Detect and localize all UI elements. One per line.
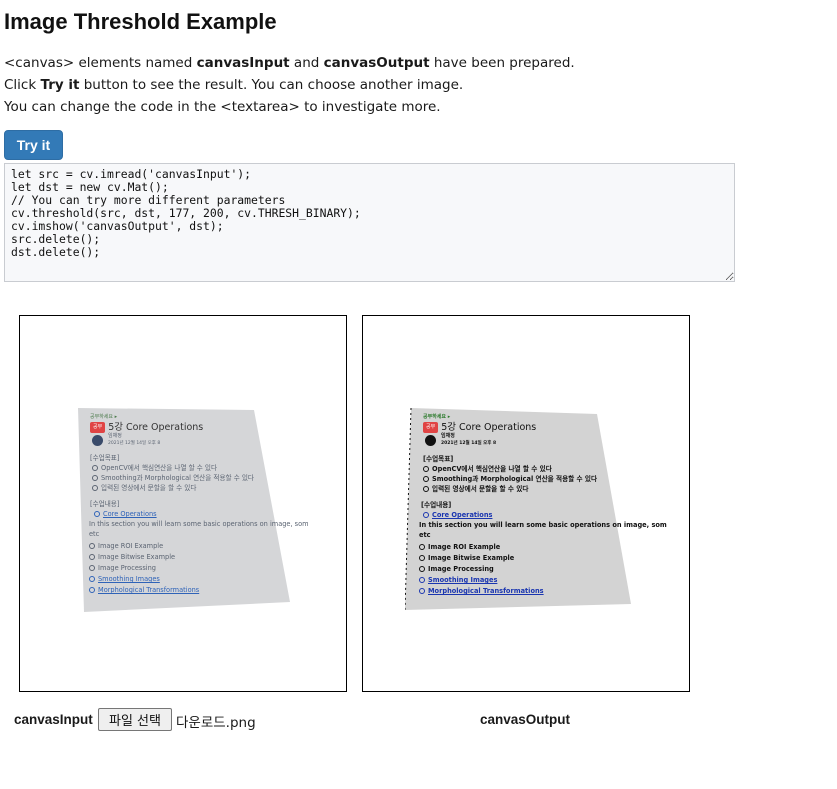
bullet-icon — [423, 512, 429, 518]
doc-date: 2021년 12월 14일 오후 8 — [441, 441, 497, 446]
doc-goal-text: Smoothing과 Morphological 연산을 적용할 수 있다 — [101, 474, 254, 482]
doc-goal-text: 입력된 영상에서 문할을 할 수 있다 — [101, 484, 197, 492]
bullet-icon — [423, 476, 429, 482]
bullet-icon — [92, 465, 98, 471]
bullet-icon — [423, 466, 429, 472]
code-textarea[interactable]: let src = cv.imread('canvasInput'); let … — [4, 163, 735, 282]
doc-item: Smoothing Images — [419, 575, 497, 586]
doc-core-link-text: Core Operations — [432, 511, 493, 519]
doc-sentence: In this section you will learn some basi… — [89, 520, 309, 528]
doc-item: Image ROI Example — [419, 542, 500, 553]
doc-date: 2021년 12월 14일 오후 8 — [108, 441, 161, 446]
doc-badge: 공부 — [423, 422, 439, 433]
file-choose-button[interactable]: 파일 선택 — [98, 708, 172, 731]
doc-item-label: Image Bitwise Example — [98, 553, 176, 561]
bullet-icon — [89, 565, 95, 571]
bullet-icon — [419, 577, 425, 583]
avatar — [425, 435, 436, 446]
doc-item-label: Image Processing — [98, 564, 156, 572]
doc-item: Morphological Transformations — [89, 585, 199, 596]
intro-canvas-output-name: canvasOutput — [323, 55, 430, 71]
intro-text-span: Click — [4, 77, 41, 93]
doc-item: Image Bitwise Example — [419, 553, 514, 564]
doc-item: Morphological Transformations — [419, 586, 544, 597]
doc-item-label: Morphological Transformations — [98, 586, 200, 594]
doc-item-label: Morphological Transformations — [428, 587, 544, 595]
doc-sentence: In this section you will learn some basi… — [419, 521, 667, 529]
doc-title: 5강 Core Operations — [441, 422, 537, 433]
intro-text-span: have been prepared. — [429, 55, 575, 71]
doc-item-label: Smoothing Images — [98, 575, 160, 583]
bullet-icon — [419, 588, 425, 594]
doc-goal-text: 입력된 영상에서 문할을 할 수 있다 — [432, 485, 529, 493]
intro-text-span: <canvas> elements named — [4, 55, 197, 71]
file-name: 다운로드.png — [176, 715, 256, 731]
page-title: Image Threshold Example — [4, 9, 277, 34]
bullet-icon — [92, 485, 98, 491]
bullet-icon — [423, 486, 429, 492]
canvas-output: 공부하세요 ▸ 공부 5강 Core Operations 임채정 2021년 1… — [362, 315, 690, 692]
canvas-input-label: canvasInput — [14, 712, 93, 727]
intro-text: <canvas> elements named canvasInput and … — [4, 52, 575, 118]
doc-goal-text: OpenCV에서 핵심연산을 나열 할 수 있다 — [101, 464, 218, 472]
intro-text-span: button to see the result. You can choose… — [79, 77, 464, 93]
doc-sentence-2: etc — [419, 531, 431, 539]
doc-title-row: 공부 5강 Core Operations — [423, 422, 536, 433]
bullet-icon — [92, 475, 98, 481]
doc-item-label: Image ROI Example — [98, 542, 164, 550]
doc-item: Image Processing — [419, 564, 494, 575]
doc-item: Image ROI Example — [89, 541, 163, 552]
bullet-icon — [419, 555, 425, 561]
doc-item: Image Bitwise Example — [89, 552, 175, 563]
output-document-image: 공부하세요 ▸ 공부 5강 Core Operations 임채정 2021년 1… — [405, 406, 667, 616]
bullet-icon — [419, 544, 425, 550]
bullet-icon — [419, 566, 425, 572]
doc-sentence-2: etc — [89, 530, 100, 538]
doc-item-label: Image Bitwise Example — [428, 554, 515, 562]
doc-item-label: Smoothing Images — [428, 576, 498, 584]
canvas-input: 공부하세요 ▸ 공부 5강 Core Operations 임채정 2021년 1… — [19, 315, 347, 692]
doc-core-link-text: Core Operations — [103, 510, 157, 518]
bullet-icon — [89, 587, 95, 593]
intro-text-span: and — [289, 55, 324, 71]
try-it-button[interactable]: Try it — [4, 130, 63, 160]
doc-item-label: Image Processing — [428, 565, 494, 573]
intro-line-2: Click Try it button to see the result. Y… — [4, 74, 575, 96]
doc-goal-text: Smoothing과 Morphological 연산을 적용할 수 있다 — [432, 475, 598, 483]
bullet-icon — [94, 511, 100, 517]
doc-goal-text: OpenCV에서 핵심연산을 나열 할 수 있다 — [432, 465, 552, 473]
bullet-icon — [89, 576, 95, 582]
doc-goal-3: 입력된 영상에서 문할을 할 수 있다 — [92, 483, 196, 494]
doc-badge: 공부 — [90, 422, 106, 433]
intro-try-it-name: Try it — [40, 77, 80, 93]
doc-item-label: Image ROI Example — [428, 543, 501, 551]
canvas-output-label: canvasOutput — [480, 712, 571, 727]
bullet-icon — [89, 554, 95, 560]
input-document-image: 공부하세요 ▸ 공부 5강 Core Operations 임채정 2021년 1… — [76, 406, 309, 616]
doc-item: Smoothing Images — [89, 574, 160, 585]
doc-title-row: 공부 5강 Core Operations — [90, 422, 203, 433]
intro-canvas-input-name: canvasInput — [196, 55, 290, 71]
doc-goal-3: 입력된 영상에서 문할을 할 수 있다 — [423, 484, 528, 495]
doc-title: 5강 Core Operations — [108, 422, 204, 433]
intro-line-3: You can change the code in the <textarea… — [4, 99, 441, 115]
bullet-icon — [89, 543, 95, 549]
avatar — [92, 435, 103, 446]
doc-item: Image Processing — [89, 563, 156, 574]
intro-line-1: <canvas> elements named canvasInput and … — [4, 52, 575, 74]
